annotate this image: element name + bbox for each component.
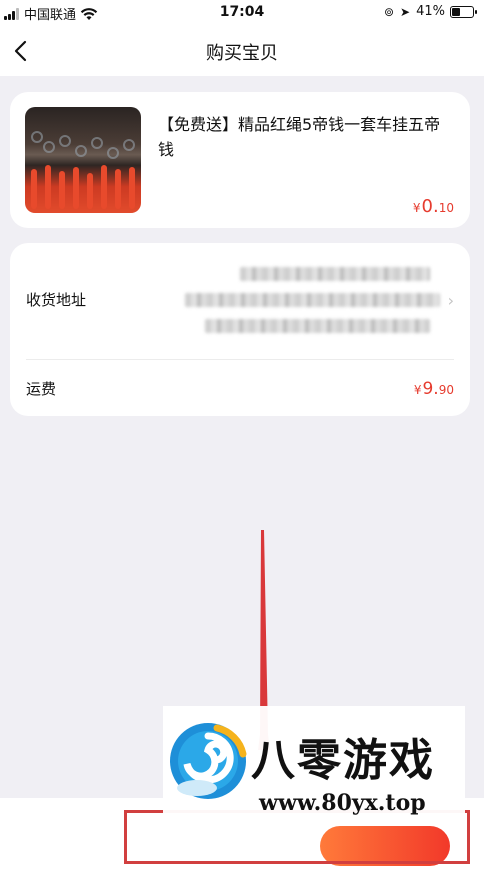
product-thumbnail — [25, 107, 141, 213]
watermark-logo — [170, 723, 247, 799]
shipping-label: 运费 — [26, 380, 57, 398]
watermark-url: www.80yx.top — [259, 790, 426, 816]
divider — [26, 359, 454, 360]
address-recipient-redacted — [240, 267, 430, 281]
address-card: 收货地址 › 运费 ¥9.90 — [10, 243, 470, 416]
product-title: 【免费送】精品红绳5帝钱一套车挂五帝钱 — [158, 115, 441, 159]
nav-bar: 购买宝贝 — [0, 26, 484, 76]
address-row[interactable]: › — [10, 243, 470, 359]
watermark: 八零游戏 www.80yx.top — [163, 706, 465, 826]
page-title: 购买宝贝 — [206, 43, 278, 64]
address-line1-redacted — [185, 293, 440, 307]
location-icon: ➤ — [400, 4, 411, 19]
status-bar: 中国联通 17:04 ⊚ ➤ 41% — [0, 0, 484, 26]
battery-fill — [452, 7, 460, 16]
product-card[interactable]: 【免费送】精品红绳5帝钱一套车挂五帝钱 ¥0.10 — [10, 92, 470, 228]
watermark-title: 八零游戏 — [251, 735, 435, 786]
battery-percent: 41% — [416, 4, 445, 19]
status-right: ⊚ ➤ 41% — [383, 4, 477, 19]
product-price: ¥0.10 — [412, 196, 454, 217]
battery-icon — [450, 5, 477, 18]
shipping-price: ¥9.90 — [413, 379, 454, 399]
checkout-screen: 中国联通 17:04 ⊚ ➤ 41% 购买宝贝 【免费送】精品红绳5帝钱一套车挂… — [0, 0, 484, 873]
address-line2-redacted — [205, 319, 430, 333]
rotation-lock-icon: ⊚ — [383, 4, 395, 19]
chevron-right-icon: › — [447, 291, 454, 310]
